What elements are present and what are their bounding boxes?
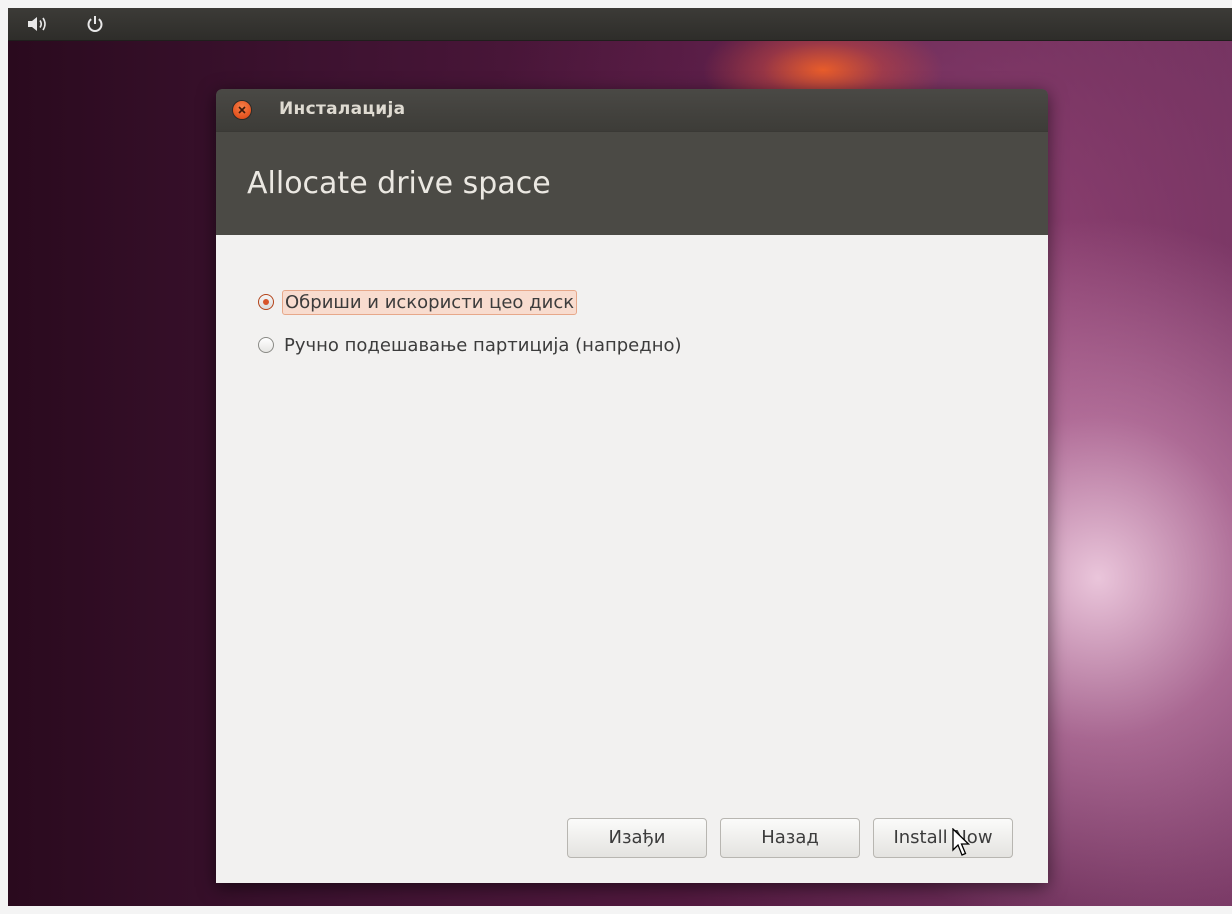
radio-erase-disk[interactable] — [258, 294, 274, 310]
content-area: Обриши и искористи цео диск Ручно подеша… — [216, 235, 1048, 883]
option-erase-disk-label[interactable]: Обриши и искористи цео диск — [282, 289, 578, 315]
power-icon[interactable] — [84, 14, 106, 34]
back-button[interactable]: Назад — [720, 818, 860, 858]
window-titlebar[interactable]: Инсталација — [216, 89, 1048, 131]
volume-icon[interactable] — [26, 14, 48, 34]
option-manual-partition[interactable]: Ручно подешавање партиција (напредно) — [258, 331, 684, 359]
top-panel — [8, 8, 1232, 41]
quit-button[interactable]: Изађи — [567, 818, 707, 858]
close-icon[interactable] — [233, 101, 251, 119]
window-title: Инсталација — [279, 99, 406, 119]
screen: Инсталација Allocate drive space Обриши … — [0, 0, 1232, 914]
option-manual-partition-label[interactable]: Ручно подешавање партиција (напредно) — [282, 334, 684, 357]
mouse-pointer-icon — [952, 827, 974, 858]
page-title: Allocate drive space — [247, 166, 551, 201]
option-erase-disk[interactable]: Обриши и искористи цео диск — [258, 288, 578, 316]
installer-window: Инсталација Allocate drive space Обриши … — [216, 89, 1048, 883]
desktop-background: Инсталација Allocate drive space Обриши … — [8, 8, 1232, 906]
page-header: Allocate drive space — [216, 131, 1048, 236]
install-now-button[interactable]: Install Now — [873, 818, 1013, 858]
radio-manual-partition[interactable] — [258, 337, 274, 353]
